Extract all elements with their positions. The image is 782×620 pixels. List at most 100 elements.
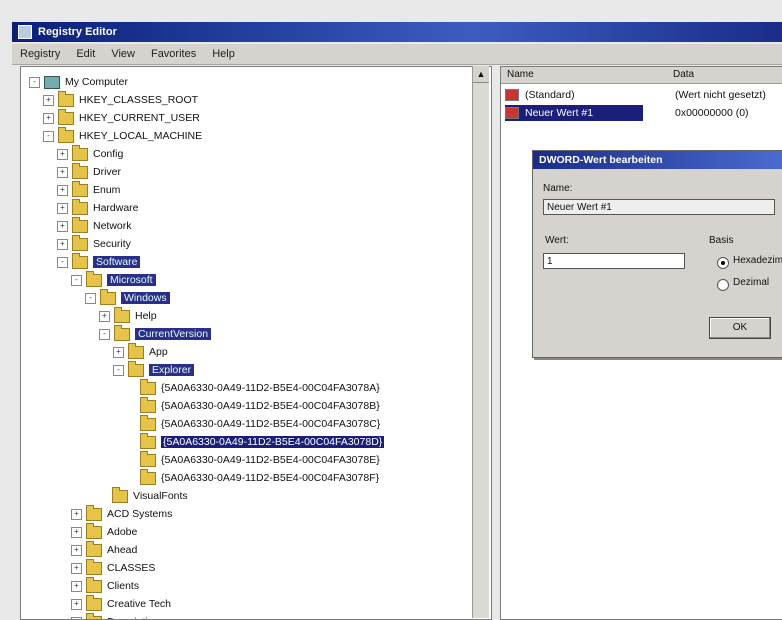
base-label: Basis [709, 235, 733, 246]
tree-node-label: {5A0A6330-0A49-11D2-B5E4-00C04FA3078D} [161, 436, 384, 448]
tree-node-label: Network [93, 220, 132, 232]
expand-icon[interactable]: + [57, 239, 68, 250]
tree-node[interactable]: +Config [57, 145, 123, 163]
folder-icon [128, 346, 144, 359]
name-field: Neuer Wert #1 [543, 199, 775, 215]
folder-icon [86, 544, 102, 557]
tree-node[interactable]: +Help [99, 307, 157, 325]
menu-edit[interactable]: Edit [68, 48, 103, 60]
menu-favorites[interactable]: Favorites [143, 48, 204, 60]
column-data-header[interactable]: Data [673, 69, 694, 80]
tree-node[interactable]: +Description [71, 613, 160, 620]
tree-node[interactable]: +Security [57, 235, 131, 253]
menu-bar: Registry Edit View Favorites Help [12, 44, 782, 65]
tree-node-label: {5A0A6330-0A49-11D2-B5E4-00C04FA3078F} [161, 472, 379, 484]
computer-icon [44, 76, 60, 89]
tree-node[interactable]: {5A0A6330-0A49-11D2-B5E4-00C04FA3078A} [127, 379, 380, 397]
value-data: 0x00000000 (0) [675, 107, 749, 119]
collapse-icon[interactable]: - [99, 329, 110, 340]
tree-node[interactable]: -Microsoft [71, 271, 156, 289]
edit-dword-dialog[interactable]: DWORD-Wert bearbeiten Name: Neuer Wert #… [532, 150, 782, 358]
expand-icon[interactable]: + [57, 167, 68, 178]
value-row-selected[interactable]: Neuer Wert #1 [505, 105, 643, 121]
tree-node[interactable]: + HKEY_CLASSES_ROOT [43, 91, 198, 109]
tree-node[interactable]: - Software [57, 253, 140, 271]
value-input[interactable]: 1 [543, 253, 685, 269]
expand-icon[interactable]: + [43, 95, 54, 106]
dialog-title[interactable]: DWORD-Wert bearbeiten [533, 151, 782, 169]
tree-node[interactable]: +HKEY_CURRENT_USER [43, 109, 200, 127]
hex-radio[interactable] [717, 257, 729, 269]
tree-node[interactable]: {5A0A6330-0A49-11D2-B5E4-00C04FA3078B} [127, 397, 380, 415]
tree-node[interactable]: +App [113, 343, 168, 361]
tree-node[interactable]: +Hardware [57, 199, 139, 217]
tree-node[interactable]: +Driver [57, 163, 121, 181]
tree-node[interactable]: +CLASSES [71, 559, 155, 577]
name-label: Name: [543, 183, 572, 194]
expand-icon[interactable]: + [57, 185, 68, 196]
tree-node[interactable]: +Ahead [71, 541, 137, 559]
folder-icon [72, 202, 88, 215]
collapse-icon[interactable]: - [57, 257, 68, 268]
tree-node[interactable]: -CurrentVersion [99, 325, 211, 343]
tree-node[interactable]: + Network [57, 217, 132, 235]
dec-radio[interactable] [717, 279, 729, 291]
menu-view[interactable]: View [103, 48, 143, 60]
expand-icon[interactable]: + [71, 545, 82, 556]
tree-node[interactable]: +Enum [57, 181, 120, 199]
menu-help[interactable]: Help [204, 48, 243, 60]
tree-node[interactable]: +Creative Tech [71, 595, 171, 613]
collapse-icon[interactable]: - [29, 77, 40, 88]
expand-icon[interactable]: + [57, 149, 68, 160]
tree-node-label: {5A0A6330-0A49-11D2-B5E4-00C04FA3078C} [161, 418, 380, 430]
tree-node[interactable]: -Windows [85, 289, 170, 307]
folder-icon [114, 310, 130, 323]
collapse-icon[interactable]: - [71, 275, 82, 286]
tree-node[interactable]: -Explorer [113, 361, 194, 379]
collapse-icon[interactable]: - [85, 293, 96, 304]
folder-icon [140, 418, 156, 431]
expand-icon[interactable]: + [71, 527, 82, 538]
tree-node[interactable]: {5A0A6330-0A49-11D2-B5E4-00C04FA3078F} [127, 469, 379, 487]
tree-node-label: My Computer [65, 76, 128, 88]
tree-node[interactable]: + Clients [71, 577, 139, 595]
folder-icon [72, 220, 88, 233]
value-row[interactable]: (Standard) (Wert nicht gesetzt) [505, 87, 779, 103]
tree-node[interactable]: {5A0A6330-0A49-11D2-B5E4-00C04FA3078E} [127, 451, 380, 469]
tree-node[interactable]: VisualFonts [99, 487, 188, 505]
expand-icon[interactable]: + [113, 347, 124, 358]
expand-icon[interactable]: + [71, 581, 82, 592]
folder-icon [86, 508, 102, 521]
expand-icon[interactable]: + [57, 221, 68, 232]
tree-scrollbar[interactable]: ▲ [472, 66, 489, 618]
tree-node[interactable]: {5A0A6330-0A49-11D2-B5E4-00C04FA3078C} [127, 415, 380, 433]
expand-icon[interactable]: + [43, 113, 54, 124]
folder-icon [140, 472, 156, 485]
tree-node[interactable]: -HKEY_LOCAL_MACHINE [43, 127, 202, 145]
menu-registry[interactable]: Registry [12, 48, 68, 60]
folder-icon [140, 454, 156, 467]
collapse-icon[interactable]: - [113, 365, 124, 376]
expand-icon[interactable]: + [99, 311, 110, 322]
folder-icon [72, 148, 88, 161]
expand-icon[interactable]: + [71, 617, 82, 620]
expand-icon[interactable]: + [57, 203, 68, 214]
tree-node[interactable]: - My Computer [29, 73, 128, 91]
folder-icon [58, 112, 74, 125]
registry-tree-pane[interactable]: - My Computer + HKEY_CLASSES_ROOT +HKEY_CURR… [20, 66, 492, 620]
expand-icon[interactable]: + [71, 563, 82, 574]
tree-node[interactable]: +Adobe [71, 523, 137, 541]
column-name-header[interactable]: Name [507, 69, 534, 80]
window-titlebar[interactable]: Registry Editor [12, 22, 782, 42]
scroll-up-arrow-icon[interactable]: ▲ [473, 66, 489, 83]
tree-node-label: Software [93, 256, 140, 268]
expand-icon[interactable]: + [71, 599, 82, 610]
tree-node[interactable]: +ACD Systems [71, 505, 172, 523]
ok-button[interactable]: OK [709, 317, 771, 339]
expand-icon[interactable]: + [71, 509, 82, 520]
tree-node[interactable]: {5A0A6330-0A49-11D2-B5E4-00C04FA3078D} [127, 433, 384, 451]
tree-node-label: HKEY_CLASSES_ROOT [79, 94, 198, 106]
tree-node-label: Clients [107, 580, 139, 592]
collapse-icon[interactable]: - [43, 131, 54, 142]
folder-icon [100, 292, 116, 305]
